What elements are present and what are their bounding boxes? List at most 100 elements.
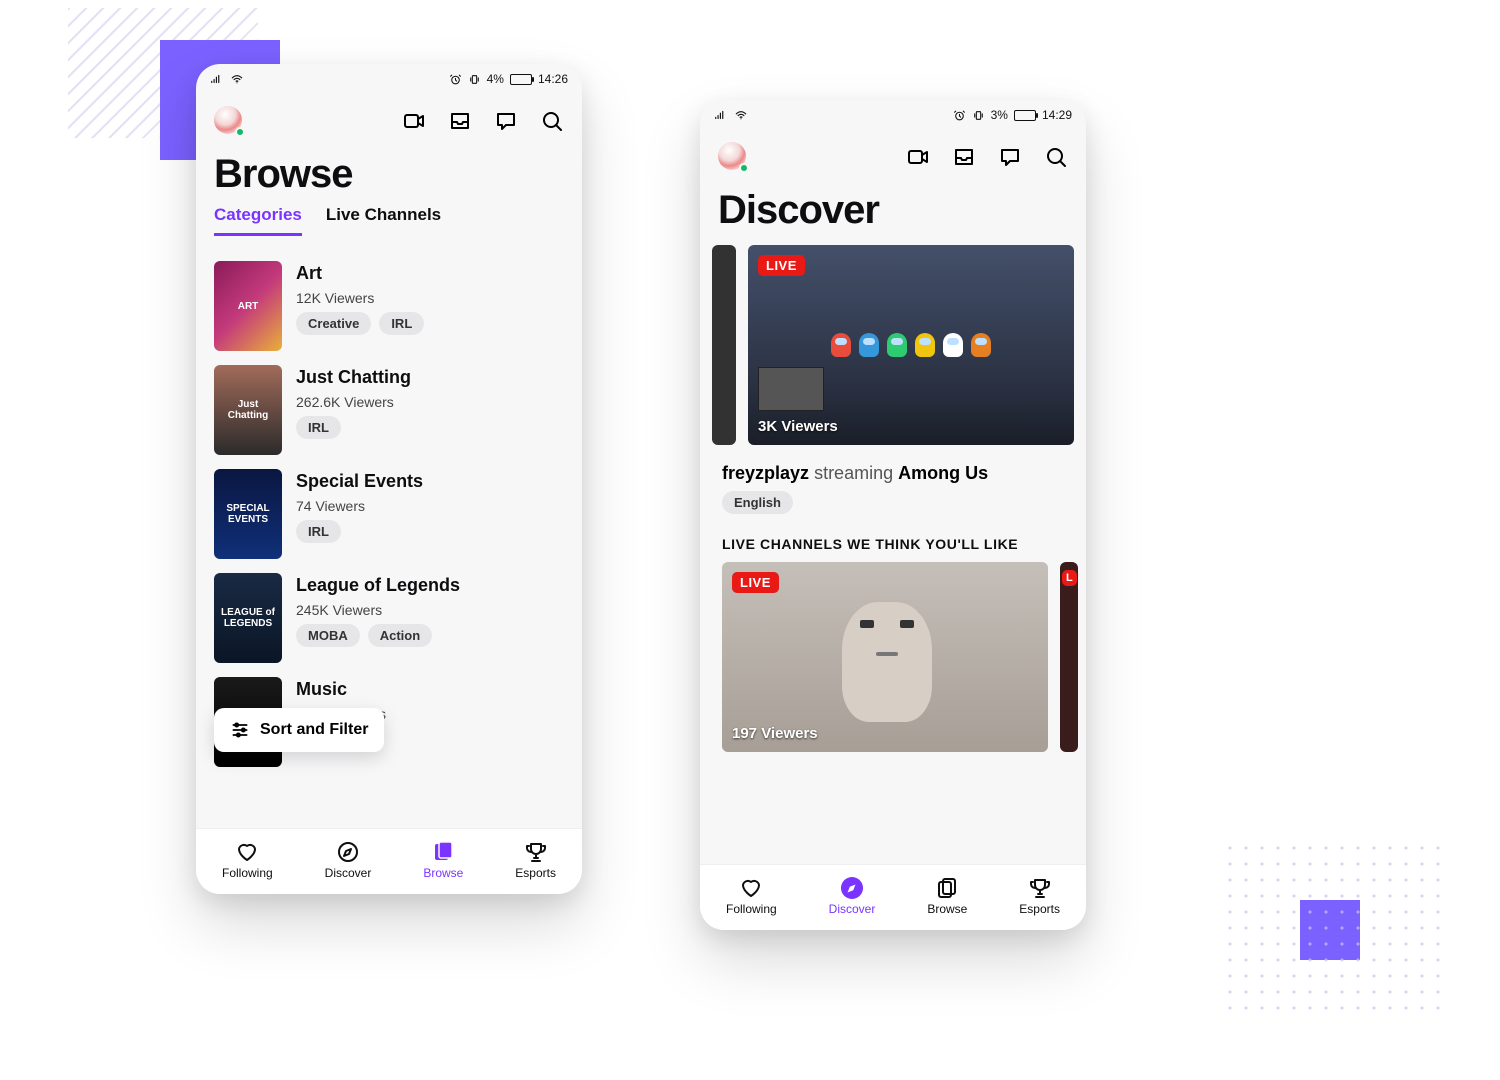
- compass-icon: [840, 876, 864, 900]
- live-badge: LIVE: [758, 255, 805, 276]
- trophy-icon: [1028, 876, 1052, 900]
- rec-thumbnail: [842, 602, 932, 722]
- category-row[interactable]: SPECIAL EVENTS Special Events 74 Viewers…: [214, 469, 564, 559]
- category-thumb: Just Chatting: [214, 365, 282, 455]
- category-tag[interactable]: IRL: [296, 520, 341, 543]
- search-icon[interactable]: [540, 109, 564, 133]
- category-thumb: SPECIAL EVENTS: [214, 469, 282, 559]
- alarm-icon: [449, 73, 462, 86]
- rec-viewers: 197 Viewers: [732, 725, 818, 742]
- rec-card-next[interactable]: L: [1060, 562, 1078, 752]
- app-header: [196, 94, 582, 136]
- category-tag[interactable]: IRL: [296, 416, 341, 439]
- status-bar: 4% 14:26: [196, 64, 582, 94]
- broadcast-icon[interactable]: [906, 145, 930, 169]
- bottom-nav: Following Discover Browse Esports: [700, 864, 1086, 930]
- tab-live-channels[interactable]: Live Channels: [326, 205, 441, 236]
- sort-filter-label: Sort and Filter: [260, 721, 368, 739]
- category-title: Music: [296, 679, 386, 700]
- tabs: Categories Live Channels: [196, 205, 582, 247]
- discover-scroll[interactable]: LIVE 3K Viewers LI freyzplayz streaming …: [700, 241, 1086, 864]
- category-scroll[interactable]: ART Art 12K Viewers Creative IRL Just Cha…: [196, 247, 582, 828]
- signal-icon: [210, 72, 224, 86]
- signal-icon: [714, 108, 728, 122]
- category-tags: IRL: [296, 520, 423, 543]
- category-viewers: 12K Viewers: [296, 290, 424, 306]
- nav-esports[interactable]: Esports: [515, 840, 556, 880]
- sliders-icon: [230, 720, 250, 740]
- lang-tag[interactable]: English: [722, 491, 793, 514]
- category-thumb: LEAGUE of LEGENDS: [214, 573, 282, 663]
- battery-icon: [510, 74, 532, 85]
- game-name: Among Us: [898, 463, 988, 483]
- phone-discover: 3% 14:29 Discover: [700, 100, 1086, 930]
- category-viewers: 74 Viewers: [296, 498, 423, 514]
- compass-icon: [336, 840, 360, 864]
- status-time: 14:29: [1042, 108, 1072, 122]
- vibrate-icon: [972, 109, 985, 122]
- vibrate-icon: [468, 73, 481, 86]
- category-tags: Creative IRL: [296, 312, 424, 335]
- category-row[interactable]: Just Chatting Just Chatting 262.6K Viewe…: [214, 365, 564, 455]
- hero-card[interactable]: LIVE 3K Viewers: [748, 245, 1074, 445]
- status-bar: 3% 14:29: [700, 100, 1086, 130]
- live-badge: L: [1062, 570, 1077, 586]
- hero-tags: English: [700, 490, 1086, 530]
- inbox-icon[interactable]: [448, 109, 472, 133]
- nav-browse[interactable]: Browse: [423, 840, 463, 880]
- category-title: League of Legends: [296, 575, 460, 596]
- sort-and-filter-button[interactable]: Sort and Filter: [214, 708, 384, 752]
- chat-icon[interactable]: [494, 109, 518, 133]
- battery-pct: 3%: [991, 108, 1008, 122]
- recommended-carousel[interactable]: LIVE 197 Viewers L: [700, 562, 1086, 752]
- alarm-icon: [953, 109, 966, 122]
- browse-icon: [935, 876, 959, 900]
- hero-card-prev[interactable]: [712, 245, 736, 445]
- nav-discover[interactable]: Discover: [325, 840, 372, 880]
- category-thumb: ART: [214, 261, 282, 351]
- nav-following[interactable]: Following: [726, 876, 777, 916]
- battery-pct: 4%: [487, 72, 504, 86]
- wifi-icon: [230, 72, 244, 86]
- section-header: LIVE CHANNELS WE THINK YOU'LL LIKE: [700, 530, 1086, 562]
- nav-esports[interactable]: Esports: [1019, 876, 1060, 916]
- category-tags: IRL: [296, 416, 411, 439]
- category-title: Special Events: [296, 471, 423, 492]
- category-tag[interactable]: Action: [368, 624, 432, 647]
- phone-browse: 4% 14:26 Browse Categories Live Channels…: [196, 64, 582, 894]
- battery-icon: [1014, 110, 1036, 121]
- category-title: Art: [296, 263, 424, 284]
- heart-icon: [739, 876, 763, 900]
- trophy-icon: [524, 840, 548, 864]
- nav-following[interactable]: Following: [222, 840, 273, 880]
- category-tag[interactable]: IRL: [379, 312, 424, 335]
- stream-meta[interactable]: freyzplayz streaming Among Us: [700, 445, 1086, 490]
- category-row[interactable]: LEAGUE of LEGENDS League of Legends 245K…: [214, 573, 564, 663]
- page-title: Discover: [700, 172, 1086, 241]
- heart-icon: [235, 840, 259, 864]
- inbox-icon[interactable]: [952, 145, 976, 169]
- rec-card[interactable]: LIVE 197 Viewers: [722, 562, 1048, 752]
- category-viewers: 245K Viewers: [296, 602, 460, 618]
- broadcast-icon[interactable]: [402, 109, 426, 133]
- hero-carousel[interactable]: LIVE 3K Viewers LI: [700, 241, 1086, 445]
- hero-facecam: [758, 367, 824, 411]
- wifi-icon: [734, 108, 748, 122]
- chat-icon[interactable]: [998, 145, 1022, 169]
- category-row[interactable]: ART Art 12K Viewers Creative IRL: [214, 261, 564, 351]
- category-viewers: 262.6K Viewers: [296, 394, 411, 410]
- nav-browse[interactable]: Browse: [927, 876, 967, 916]
- app-header: [700, 130, 1086, 172]
- hero-viewers: 3K Viewers: [758, 418, 838, 435]
- nav-discover[interactable]: Discover: [829, 876, 876, 916]
- category-tag[interactable]: Creative: [296, 312, 371, 335]
- page-title: Browse: [196, 136, 582, 205]
- live-badge: LIVE: [732, 572, 779, 593]
- tab-categories[interactable]: Categories: [214, 205, 302, 236]
- search-icon[interactable]: [1044, 145, 1068, 169]
- status-time: 14:26: [538, 72, 568, 86]
- avatar[interactable]: [214, 106, 244, 136]
- avatar[interactable]: [718, 142, 748, 172]
- category-title: Just Chatting: [296, 367, 411, 388]
- category-tag[interactable]: MOBA: [296, 624, 360, 647]
